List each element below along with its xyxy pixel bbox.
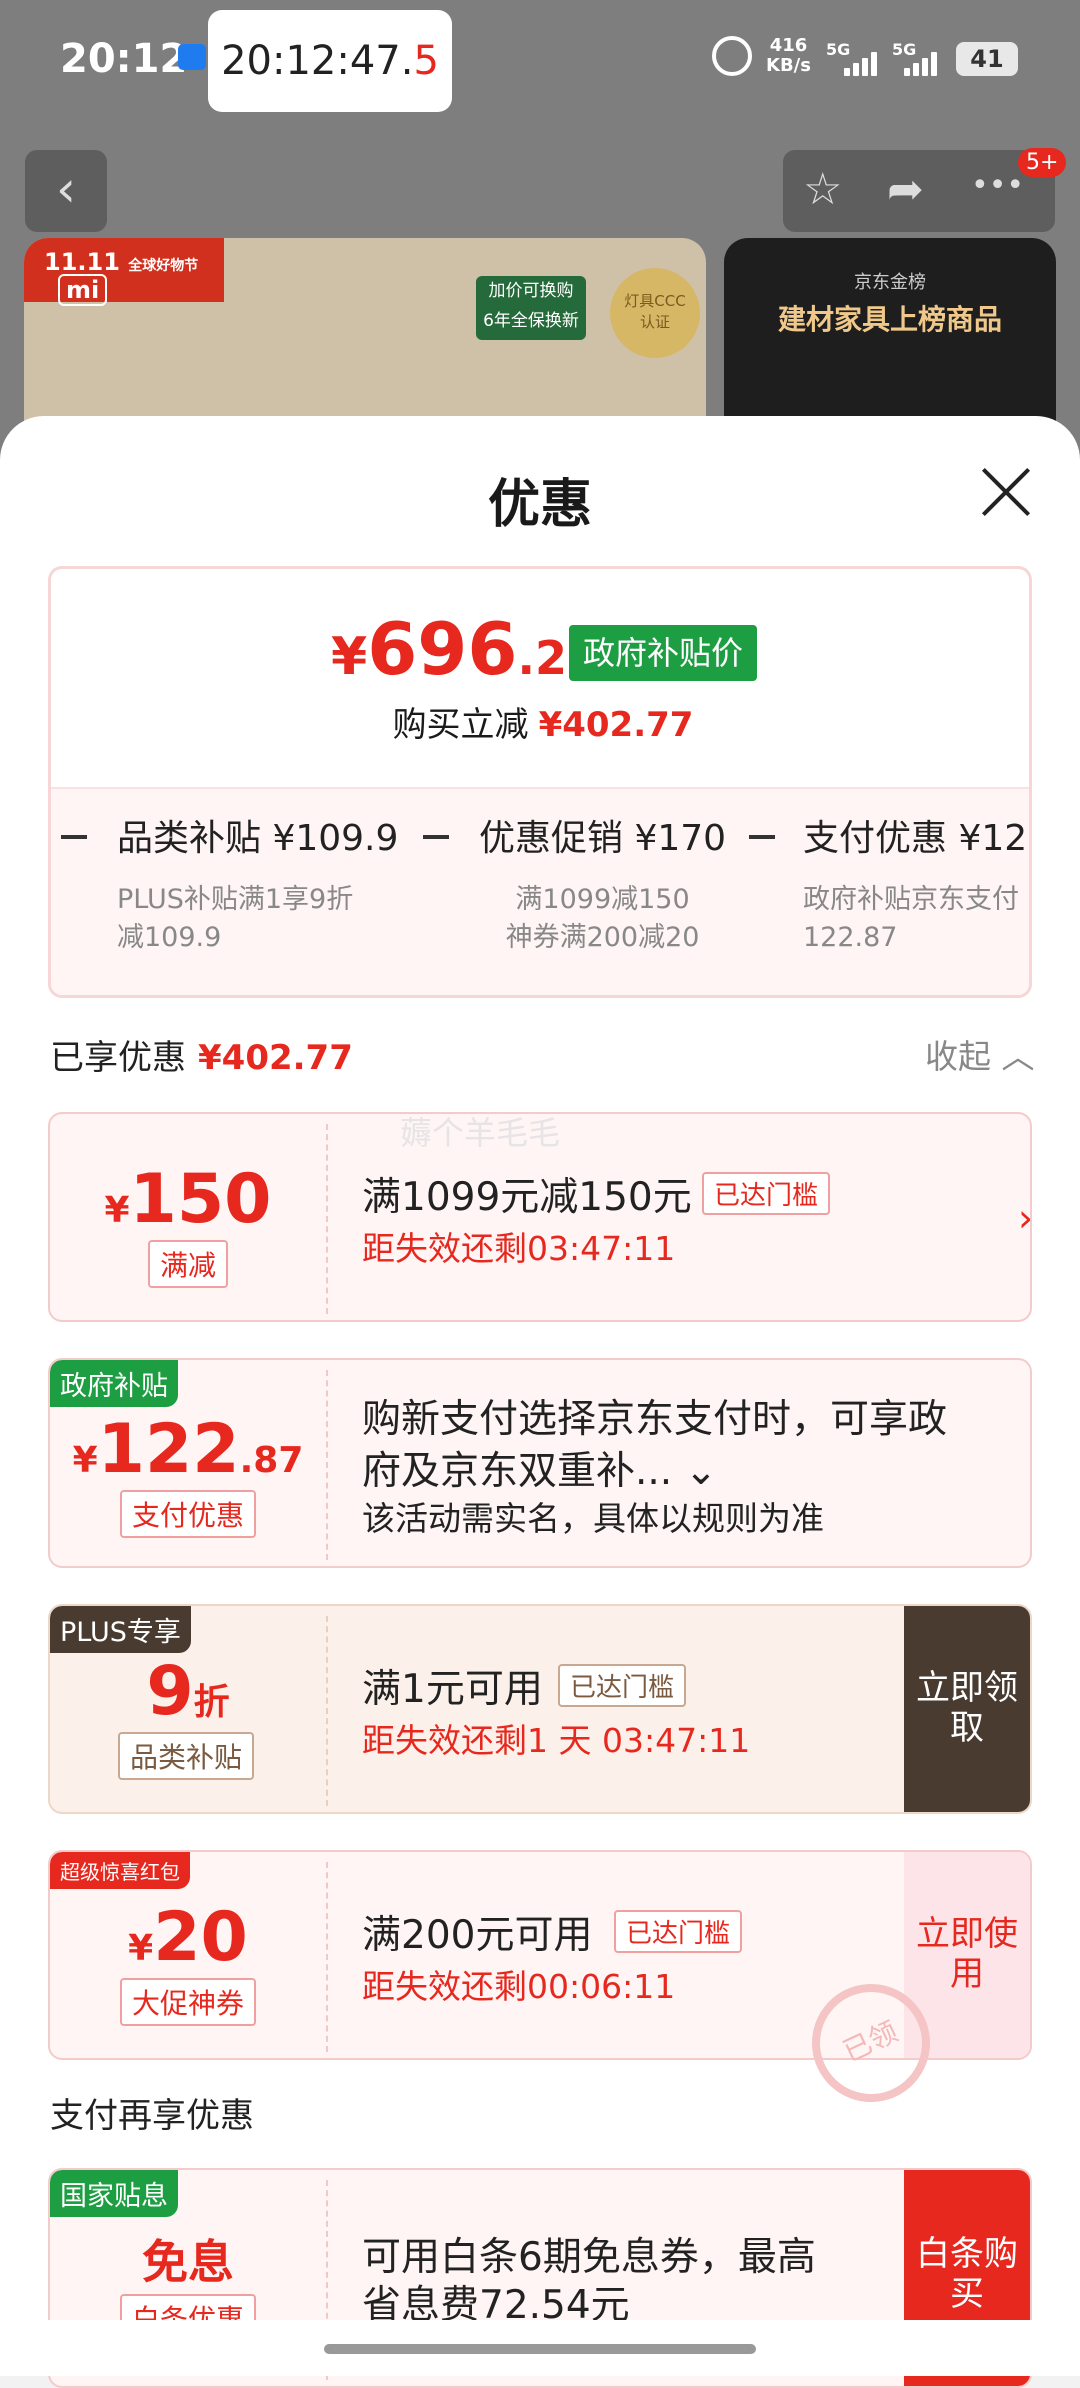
- gov-subsidy-tag: 政府补贴价: [569, 625, 757, 681]
- corner-tag: 超级惊喜红包: [50, 1852, 190, 1889]
- instant-reduction: 购买立减 ¥402.77: [392, 705, 694, 745]
- threshold-badge: 已达门槛: [558, 1664, 687, 1707]
- coupon-condition: 满200元可用: [362, 1913, 593, 1958]
- coupon-amount: 免息: [142, 2235, 234, 2289]
- final-price: ¥696.23: [331, 607, 599, 691]
- alarm-icon: [712, 36, 752, 76]
- coupon-amount: 9折: [146, 1652, 230, 1731]
- threshold-badge: 已达门槛: [702, 1172, 831, 1215]
- message-badge: 5+: [1018, 148, 1067, 177]
- collapse-button[interactable]: 收起 ︿: [925, 1030, 1035, 1078]
- ranking-title: 建材家具上榜商品: [777, 303, 1002, 336]
- coupon-amount: ¥122.87: [72, 1410, 304, 1489]
- home-indicator[interactable]: [324, 2344, 756, 2354]
- share-icon[interactable]: ➦: [887, 164, 924, 215]
- top-right-actions: ☆ ➦ •••: [783, 150, 1055, 232]
- net-speed: 416 KB/s: [766, 35, 811, 76]
- coupon-countdown: 距失效还剩1 天 03:47:11: [362, 1721, 751, 1760]
- coupon-description-more[interactable]: 府及京东双重补... ⌄: [362, 1440, 717, 1496]
- more-icon[interactable]: •••: [971, 168, 1024, 203]
- favorite-star-icon[interactable]: ☆: [803, 164, 842, 215]
- status-bar: 20:12 416 KB/s 5G 5G 41: [0, 0, 1080, 120]
- coupon-countdown: 距失效还剩00:06:11: [362, 1967, 676, 2006]
- corner-tag: 国家贴息: [50, 2170, 178, 2217]
- coupon-kind: 支付优惠: [120, 1490, 257, 1538]
- battery-icon: 41: [956, 42, 1018, 76]
- coupon-amount: ¥150: [104, 1160, 272, 1239]
- coupon-amount: ¥20: [128, 1898, 248, 1977]
- coupon-gov-payment[interactable]: 政府补贴 ¥122.87 支付优惠 购新支付选择京东支付时，可享政 府及京东双重…: [48, 1358, 1032, 1568]
- coupon-kind: 品类补贴: [118, 1732, 255, 1780]
- minus-icon: [61, 835, 87, 839]
- floating-clock: 20:12:47.5: [208, 10, 452, 112]
- breakdown-item-payment: 支付优惠 ¥122.87 政府补贴京东支付 122.87: [803, 818, 1029, 953]
- breakdown-item-category: 品类补贴 ¥109.9 PLUS补贴满1享9折 减109.9: [117, 818, 399, 953]
- coupon-kind: 满减: [148, 1240, 229, 1288]
- claim-now-button[interactable]: 立即领取: [904, 1606, 1030, 1812]
- coupon-description: 购新支付选择京东支付时，可享政: [362, 1397, 948, 1442]
- corner-tag: 政府补贴: [50, 1360, 178, 1407]
- enjoyed-discount-header: 已享优惠 ¥402.77: [50, 1038, 353, 1078]
- brand-logo: mi: [58, 274, 108, 306]
- signal-bars-2-icon: [904, 50, 944, 76]
- pay-section-title: 支付再享优惠: [50, 2096, 254, 2136]
- coupon-plus-discount[interactable]: PLUS专享 9折 品类补贴 满1元可用 已达门槛 距失效还剩1 天 03:47…: [48, 1604, 1032, 1814]
- close-icon[interactable]: [980, 466, 1032, 518]
- minus-icon: [423, 835, 449, 839]
- coupon-countdown: 距失效还剩03:47:11: [362, 1229, 676, 1268]
- corner-tag: PLUS专享: [50, 1606, 191, 1653]
- threshold-badge: 已达门槛: [614, 1910, 743, 1953]
- sheet-title: 优惠: [487, 475, 592, 535]
- price-summary: ¥696.23 政府补贴价 购买立减 ¥402.77 品类补贴 ¥109.9 PL…: [48, 566, 1032, 998]
- breakdown-item-promo: 优惠促销 ¥170 满1099减150 神券满200减20: [479, 818, 727, 953]
- minus-icon: [749, 835, 775, 839]
- coupon-note: 该活动需实名，具体以规则为准: [362, 1499, 824, 1538]
- coupon-kind: 大促神券: [120, 1978, 257, 2026]
- coupon-condition: 满1元可用: [362, 1667, 543, 1712]
- discount-breakdown: 品类补贴 ¥109.9 PLUS补贴满1享9折 减109.9 优惠促销 ¥170…: [51, 787, 1029, 995]
- app-notification-icon: [178, 44, 206, 70]
- signal-bars-1-icon: [844, 50, 884, 76]
- chevron-right-icon[interactable]: ›: [1018, 1196, 1030, 1240]
- status-time: 20:12: [60, 36, 188, 82]
- watermark-text: 薅个羊毛毛: [400, 1114, 561, 1152]
- ccc-seal: 灯具CCC 认证: [610, 268, 700, 358]
- tradein-tag: 加价可换购 6年全保换新: [476, 276, 586, 340]
- coupon-condition: 满1099元减150元: [362, 1175, 692, 1220]
- back-button[interactable]: ‹: [25, 150, 107, 232]
- promo-flag: 11.11 全球好物节 mi: [24, 238, 224, 306]
